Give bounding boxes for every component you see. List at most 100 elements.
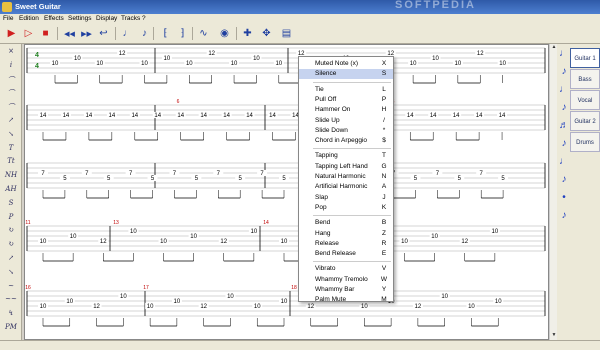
effect-tool-15[interactable]: ↗ <box>2 254 20 264</box>
effect-tool-17[interactable]: ~ <box>2 282 20 292</box>
tab-note[interactable]: 14 <box>269 113 276 119</box>
note-value-icon[interactable]: ♩ <box>558 156 570 174</box>
tab-note[interactable]: 14 <box>40 113 47 119</box>
context-menu-item[interactable]: Tapping T <box>299 151 393 161</box>
tab-note[interactable]: 10 <box>492 229 499 235</box>
effect-tool-19[interactable]: ↯ <box>2 309 20 319</box>
tab-note[interactable]: 10 <box>74 56 81 62</box>
effect-tool-3[interactable]: ⌒ <box>2 88 20 98</box>
tab-note[interactable]: 14 <box>453 113 460 119</box>
context-menu-item[interactable]: Bend Release E <box>299 249 393 259</box>
move-icon[interactable]: ✥ <box>259 26 274 41</box>
effect-tool-10[interactable]: AH <box>2 185 20 195</box>
context-menu-item[interactable]: Whammy Tremolo W <box>299 275 393 285</box>
note-value-icon[interactable]: ♪ <box>558 66 570 84</box>
tab-note[interactable]: 12 <box>208 51 215 57</box>
context-menu-item[interactable]: Release R <box>299 239 393 249</box>
tab-note[interactable]: 10 <box>432 56 439 62</box>
context-menu-item[interactable]: Tie L <box>299 85 393 95</box>
tab-note[interactable]: 14 <box>246 113 253 119</box>
tab-note[interactable]: 10 <box>164 56 171 62</box>
effect-tool-9[interactable]: NH <box>2 171 20 181</box>
menu-file[interactable]: File <box>3 15 13 22</box>
context-menu-item[interactable]: Slide Up / <box>299 116 393 126</box>
repeat-end-icon[interactable]: ⁆ <box>175 26 190 41</box>
tab-note[interactable]: 12 <box>220 239 227 245</box>
tab-note[interactable]: 10 <box>254 304 261 310</box>
tab-note[interactable]: 10 <box>186 61 193 67</box>
tab-note[interactable]: 10 <box>281 239 288 245</box>
rewind-icon[interactable]: ◀◀ <box>62 26 77 41</box>
view-icon[interactable]: ▤ <box>279 26 294 41</box>
menu-display[interactable]: Display <box>96 15 117 22</box>
menu-help[interactable]: ? <box>142 15 146 22</box>
tab-note[interactable]: 10 <box>455 61 462 67</box>
menu-tracks[interactable]: Tracks <box>121 15 140 22</box>
metronome-icon[interactable]: ◉ <box>217 26 232 41</box>
tab-note[interactable]: 14 <box>200 113 207 119</box>
tab-note[interactable]: 14 <box>430 113 437 119</box>
track-guitar-2[interactable]: Guitar 2 <box>570 111 600 131</box>
tab-note[interactable]: 10 <box>96 61 103 67</box>
tab-note[interactable]: 14 <box>154 113 161 119</box>
tab-note[interactable]: 10 <box>231 61 238 67</box>
effect-tool-14[interactable]: ↻ <box>2 240 20 250</box>
effect-tool-11[interactable]: S <box>2 199 20 209</box>
tab-note[interactable]: 10 <box>52 61 59 67</box>
tab-note[interactable]: 14 <box>177 113 184 119</box>
tab-note[interactable]: 14 <box>131 113 138 119</box>
tab-note[interactable]: 14 <box>109 113 116 119</box>
track-bass[interactable]: Bass <box>570 69 600 89</box>
track-vocal[interactable]: Vocal <box>570 90 600 110</box>
vertical-scrollbar[interactable]: ▲ ▼ <box>549 44 557 340</box>
tab-note[interactable]: 10 <box>130 229 137 235</box>
track-drums[interactable]: Drums <box>570 132 600 152</box>
tab-note[interactable]: 14 <box>499 113 506 119</box>
tab-note[interactable]: 12 <box>93 304 100 310</box>
note-value-icon[interactable]: • <box>558 192 570 210</box>
tab-note[interactable]: 10 <box>160 239 167 245</box>
tablature-score[interactable]: 10 10 10 12 10 10 10 12 10 10 10 12 10 10 10 12 10 10 10 12… <box>24 44 549 340</box>
forward-icon[interactable]: ▶▶ <box>79 26 94 41</box>
tab-note[interactable]: 10 <box>70 234 77 240</box>
tab-note[interactable]: 10 <box>174 299 181 305</box>
repeat-start-icon[interactable]: ⁅ <box>158 26 173 41</box>
context-menu-item[interactable]: Natural Harmonic N <box>299 172 393 182</box>
tab-note[interactable]: 10 <box>147 304 154 310</box>
effect-tool-13[interactable]: ↻ <box>2 226 20 236</box>
note-value-icon[interactable]: ♪ <box>558 174 570 192</box>
tab-note[interactable]: 10 <box>40 304 47 310</box>
effect-tool-4[interactable]: ⌒ <box>2 102 20 112</box>
note-value-icon[interactable]: ♪ <box>558 210 570 228</box>
context-menu-item[interactable]: Whammy Bar Y <box>299 285 393 295</box>
context-menu-item[interactable]: Vibrato V <box>299 264 393 274</box>
tab-note[interactable]: 10 <box>141 61 148 67</box>
tab-note[interactable]: 10 <box>253 56 260 62</box>
context-menu-item[interactable]: Hammer On H <box>299 105 393 115</box>
context-menu-item[interactable]: Hang Z <box>299 229 393 239</box>
effect-tool-18[interactable]: ~~ <box>2 295 20 305</box>
context-menu-item[interactable]: Slide Down * <box>299 126 393 136</box>
note-value-icon[interactable]: ♩ <box>558 48 570 66</box>
tab-note[interactable]: 14 <box>407 113 414 119</box>
context-menu-item[interactable]: Silence S <box>299 69 393 80</box>
play-icon[interactable]: ▶ <box>4 26 19 41</box>
tab-note[interactable]: 10 <box>441 294 448 300</box>
tab-note[interactable]: 10 <box>120 294 127 300</box>
note-value-icon[interactable]: ♩ <box>120 26 135 41</box>
effect-tool-1[interactable]: i <box>2 61 20 71</box>
wave-icon[interactable]: ∿ <box>196 26 211 41</box>
context-menu-item[interactable]: Palm Mute M <box>299 295 393 305</box>
track-guitar-1[interactable]: Guitar 1 <box>570 48 600 68</box>
tab-note[interactable]: 12 <box>200 304 207 310</box>
tab-note[interactable]: 10 <box>190 234 197 240</box>
loop-icon[interactable]: ↩ <box>96 26 111 41</box>
stop-icon[interactable]: ■ <box>38 26 53 41</box>
tab-note[interactable]: 10 <box>281 299 288 305</box>
tab-note[interactable]: 12 <box>415 304 422 310</box>
tab-note[interactable]: 14 <box>86 113 93 119</box>
cross-icon[interactable]: ✚ <box>240 26 255 41</box>
context-menu-item[interactable]: Artificial Harmonic A <box>299 182 393 192</box>
tab-note[interactable]: 10 <box>401 239 408 245</box>
effect-tool-7[interactable]: T <box>2 144 20 154</box>
